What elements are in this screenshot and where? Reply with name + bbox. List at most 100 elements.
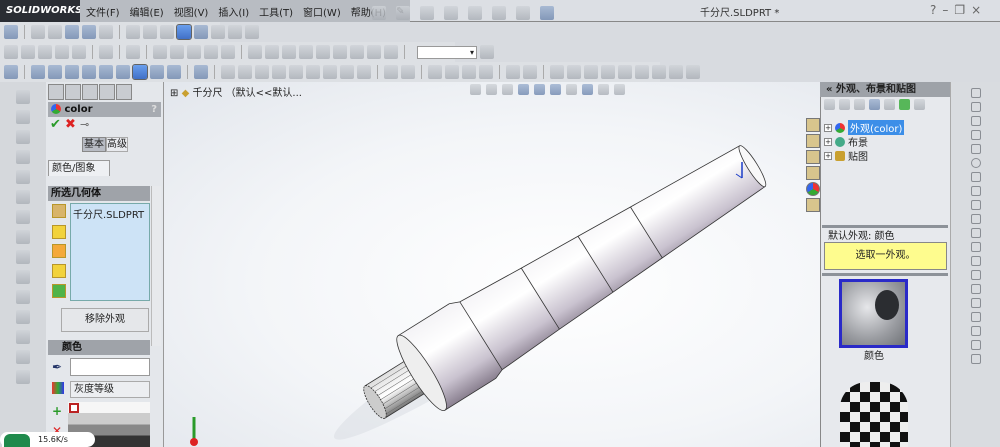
circle-icon[interactable] (970, 158, 981, 168)
file-explorer-tab[interactable] (806, 150, 820, 164)
pushpin-icon[interactable]: ⊸ (80, 118, 89, 132)
section-icon[interactable] (211, 25, 225, 39)
tree-item-decals[interactable]: + 贴图 (824, 149, 868, 163)
new-icon[interactable] (4, 45, 18, 59)
rotate-icon[interactable] (65, 25, 79, 39)
cancel-button[interactable]: ✖ (65, 118, 76, 132)
hide-show-icon[interactable] (566, 84, 577, 95)
tool-icon[interactable] (16, 350, 30, 364)
tool-icon[interactable] (340, 65, 354, 79)
feature-icon[interactable] (299, 45, 313, 59)
arc-icon[interactable] (970, 172, 981, 182)
help-button[interactable]: ? (151, 102, 157, 117)
edit-appearance-icon[interactable] (582, 84, 593, 95)
front-view-icon[interactable] (31, 65, 45, 79)
expand-icon[interactable]: + (824, 137, 832, 146)
tool-icon[interactable] (272, 65, 286, 79)
spline-icon[interactable] (970, 186, 981, 196)
new-icon[interactable] (372, 6, 386, 20)
feature-icon[interactable] (282, 45, 296, 59)
tool-icon[interactable] (16, 230, 30, 244)
menu-view[interactable]: 视图(V) (174, 4, 209, 19)
tool-icon[interactable] (153, 45, 167, 59)
tool-icon[interactable] (618, 65, 632, 79)
solid-filter-icon[interactable] (52, 284, 66, 298)
feature-icon[interactable] (248, 45, 262, 59)
minimize-icon[interactable]: – (942, 3, 954, 17)
add-folder-icon[interactable] (869, 99, 880, 110)
back-icon[interactable] (824, 99, 835, 110)
tool-icon[interactable] (652, 65, 666, 79)
tool-icon[interactable] (550, 65, 564, 79)
tool-icon[interactable] (506, 65, 520, 79)
pm-scrollbar[interactable] (151, 186, 161, 346)
sketch-icon[interactable] (126, 45, 140, 59)
selected-swatch[interactable] (69, 403, 79, 413)
palette-select[interactable]: 灰度等级 (70, 381, 150, 398)
feature-tree-tab[interactable] (48, 84, 64, 100)
previous-view-icon[interactable] (502, 84, 513, 95)
tool-icon[interactable] (357, 65, 371, 79)
tool-icon[interactable] (601, 65, 615, 79)
text-icon[interactable] (970, 256, 981, 266)
left-view-icon[interactable] (65, 65, 79, 79)
view-settings-icon[interactable] (614, 84, 625, 95)
add-swatch-icon[interactable]: + (52, 404, 62, 418)
back-view-icon[interactable] (48, 65, 62, 79)
selected-geometry-list[interactable]: 千分尺.SLDPRT (70, 203, 150, 301)
splitter[interactable] (822, 225, 948, 228)
configuration-dropdown[interactable]: ▾ (417, 45, 477, 59)
remove-appearance-button[interactable]: 移除外观 (61, 308, 149, 332)
realview-icon[interactable] (245, 25, 259, 39)
tool-icon[interactable] (289, 65, 303, 79)
layer-icon[interactable] (480, 45, 494, 59)
tool-icon[interactable] (16, 290, 30, 304)
ellipse-icon[interactable] (970, 200, 981, 210)
eyedropper-icon[interactable]: ✒ (52, 360, 62, 374)
tool-icon[interactable] (479, 65, 493, 79)
list-item[interactable]: 千分尺.SLDPRT (73, 206, 147, 221)
tool-icon[interactable] (635, 65, 649, 79)
appearance-thumbnail-color[interactable] (839, 279, 908, 348)
line-icon[interactable] (970, 116, 981, 126)
display-tab[interactable] (116, 84, 132, 100)
print-icon[interactable] (444, 6, 458, 20)
tool-icon[interactable] (16, 90, 30, 104)
basic-mode-button[interactable]: 基本 (82, 137, 106, 152)
config-tab[interactable] (82, 84, 98, 100)
tool-icon[interactable] (16, 210, 30, 224)
tool-icon[interactable] (187, 45, 201, 59)
hand-icon[interactable] (99, 25, 113, 39)
bottom-view-icon[interactable] (116, 65, 130, 79)
menu-tools[interactable]: 工具(T) (259, 4, 293, 19)
tool-icon[interactable] (16, 170, 30, 184)
tool-icon[interactable] (523, 65, 537, 79)
print-preview-icon[interactable] (72, 45, 86, 59)
refresh-icon[interactable] (884, 99, 895, 110)
wireframe-icon[interactable] (126, 25, 140, 39)
home-icon[interactable] (854, 99, 865, 110)
tool-icon[interactable] (462, 65, 476, 79)
shaded-edges-icon[interactable] (176, 24, 192, 40)
close-icon[interactable]: × (971, 3, 987, 17)
save-icon[interactable] (38, 45, 52, 59)
zoom-area-icon[interactable] (48, 25, 62, 39)
tool-icon[interactable] (401, 65, 415, 79)
hidden-lines-icon[interactable] (143, 25, 157, 39)
tool-icon[interactable] (238, 65, 252, 79)
face-filter-icon[interactable] (52, 225, 66, 239)
zoom-area-icon[interactable] (486, 84, 497, 95)
resources-tab[interactable] (806, 118, 820, 132)
tool-icon[interactable] (584, 65, 598, 79)
up-icon[interactable] (914, 99, 925, 110)
tool-icon[interactable] (16, 330, 30, 344)
shadow-icon[interactable] (228, 25, 242, 39)
help-icon[interactable]: ? (930, 3, 942, 17)
tool-icon[interactable] (16, 110, 30, 124)
tool-icon[interactable] (16, 310, 30, 324)
tool-icon[interactable] (567, 65, 581, 79)
property-tab[interactable] (65, 84, 81, 100)
pattern-icon[interactable] (970, 312, 981, 322)
restore-icon[interactable]: ❐ (954, 3, 971, 17)
point-icon[interactable] (970, 242, 981, 252)
